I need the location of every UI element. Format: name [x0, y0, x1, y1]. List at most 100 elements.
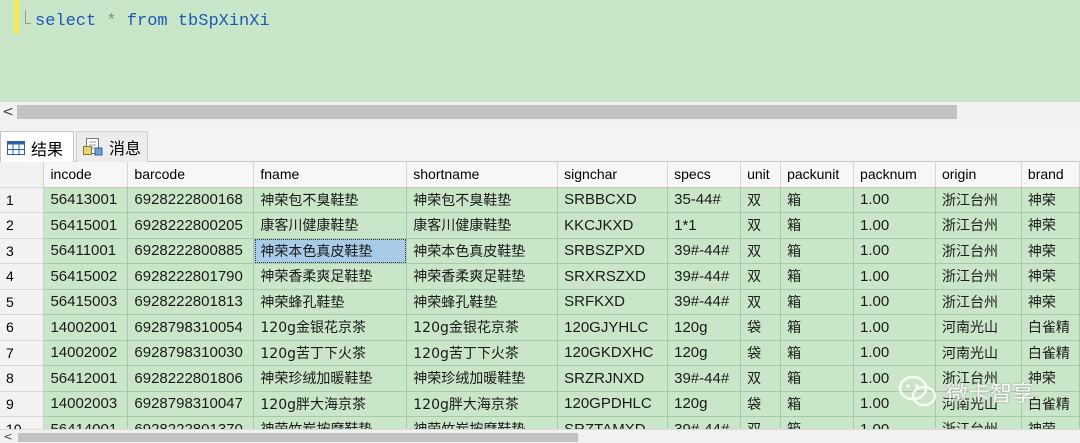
cell-signchar[interactable]: SRXRSZXD — [557, 263, 669, 290]
cell-shortname[interactable]: 神荣竹炭按摩鞋垫 — [406, 416, 559, 429]
cell-fname[interactable]: 神荣蜂孔鞋垫 — [253, 289, 408, 315]
cell-packnum[interactable]: 1.00 — [853, 416, 936, 429]
cell-incode[interactable]: 56415002 — [43, 263, 129, 290]
grid-horizontal-scrollbar[interactable]: < — [0, 429, 1080, 443]
cell-specs[interactable]: 120g — [667, 314, 742, 341]
cell-incode[interactable]: 56415003 — [43, 289, 129, 315]
cell-shortname[interactable]: 神荣珍绒加暖鞋垫 — [406, 365, 559, 392]
cell-incode[interactable]: 56412001 — [43, 365, 129, 392]
cell-barcode[interactable]: 6928222800885 — [127, 238, 255, 264]
cell-signchar[interactable]: KKCJKXD — [557, 212, 669, 239]
cell-incode[interactable]: 56413001 — [43, 187, 129, 213]
cell-packnum[interactable]: 1.00 — [853, 314, 936, 341]
scroll-left-arrow-icon[interactable]: < — [1, 104, 15, 120]
cell-barcode[interactable]: 6928222800168 — [127, 187, 255, 213]
cell-barcode[interactable]: 6928222801370 — [127, 416, 255, 429]
cell-barcode[interactable]: 6928222801813 — [127, 289, 255, 315]
cell-unit[interactable]: 双 — [740, 212, 782, 239]
cell-brand[interactable]: 神荣 — [1021, 212, 1080, 239]
cell-incode[interactable]: 14002002 — [43, 340, 129, 366]
cell-incode[interactable]: 56415001 — [43, 212, 129, 239]
cell-barcode[interactable]: 6928222801790 — [127, 263, 255, 290]
cell-brand[interactable]: 神荣 — [1021, 238, 1080, 264]
cell-fname[interactable]: 神荣本色真皮鞋垫 — [253, 238, 408, 264]
cell-specs[interactable]: 120g — [667, 340, 742, 366]
cell-brand[interactable]: 白雀精 — [1021, 314, 1080, 341]
corner-cell[interactable] — [0, 162, 45, 188]
cell-packunit[interactable]: 箱 — [780, 391, 855, 417]
cell-packnum[interactable]: 1.00 — [853, 263, 936, 290]
cell-incode[interactable]: 56411001 — [43, 238, 129, 264]
cell-signchar[interactable]: SRBSZPXD — [557, 238, 669, 264]
row-number[interactable]: 5 — [0, 289, 45, 315]
cell-incode[interactable]: 14002003 — [43, 391, 129, 417]
row-number[interactable]: 9 — [0, 391, 45, 417]
cell-fname[interactable]: 康客川健康鞋垫 — [253, 212, 408, 239]
cell-origin[interactable]: 浙江台州 — [935, 289, 1022, 315]
column-header-brand[interactable]: brand — [1021, 162, 1080, 188]
cell-signchar[interactable]: SRFKXD — [557, 289, 669, 315]
cell-packunit[interactable]: 箱 — [780, 340, 855, 366]
cell-specs[interactable]: 39#-44# — [667, 263, 742, 290]
cell-barcode[interactable]: 6928798310054 — [127, 314, 255, 341]
cell-signchar[interactable]: SRBBCXD — [557, 187, 669, 213]
cell-packnum[interactable]: 1.00 — [853, 289, 936, 315]
cell-unit[interactable]: 双 — [740, 365, 782, 392]
cell-unit[interactable]: 双 — [740, 416, 782, 429]
cell-incode[interactable]: 14002001 — [43, 314, 129, 341]
cell-packnum[interactable]: 1.00 — [853, 187, 936, 213]
column-header-signchar[interactable]: signchar — [557, 162, 669, 188]
cell-unit[interactable]: 袋 — [740, 391, 782, 417]
cell-specs[interactable]: 39#-44# — [667, 416, 742, 429]
column-header-incode[interactable]: incode — [43, 162, 129, 188]
cell-origin[interactable]: 河南光山 — [935, 340, 1022, 366]
row-number[interactable]: 4 — [0, 263, 45, 290]
cell-signchar[interactable]: SRZRJNXD — [557, 365, 669, 392]
row-number[interactable]: 10 — [0, 416, 45, 429]
cell-signchar[interactable]: 120GJYHLC — [557, 314, 669, 341]
row-number[interactable]: 6 — [0, 314, 45, 341]
cell-unit[interactable]: 双 — [740, 263, 782, 290]
column-header-unit[interactable]: unit — [740, 162, 782, 188]
cell-specs[interactable]: 120g — [667, 391, 742, 417]
cell-origin[interactable]: 浙江台州 — [935, 416, 1022, 429]
cell-origin[interactable]: 河南光山 — [935, 314, 1022, 341]
row-number[interactable]: 7 — [0, 340, 45, 366]
cell-origin[interactable]: 浙江台州 — [935, 238, 1022, 264]
column-header-fname[interactable]: fname — [253, 162, 408, 188]
cell-barcode[interactable]: 6928798310030 — [127, 340, 255, 366]
cell-packunit[interactable]: 箱 — [780, 187, 855, 213]
cell-origin[interactable]: 浙江台州 — [935, 187, 1022, 213]
scroll-left-arrow-icon[interactable]: < — [2, 430, 14, 443]
cell-specs[interactable]: 39#-44# — [667, 289, 742, 315]
cell-brand[interactable]: 神荣 — [1021, 289, 1080, 315]
cell-shortname[interactable]: 神荣包不臭鞋垫 — [406, 187, 559, 213]
cell-unit[interactable]: 双 — [740, 289, 782, 315]
cell-packunit[interactable]: 箱 — [780, 365, 855, 392]
cell-unit[interactable]: 袋 — [740, 314, 782, 341]
cell-signchar[interactable]: 120GPDHLC — [557, 391, 669, 417]
cell-packunit[interactable]: 箱 — [780, 314, 855, 341]
cell-fname[interactable]: 神荣包不臭鞋垫 — [253, 187, 408, 213]
column-header-packunit[interactable]: packunit — [780, 162, 855, 188]
cell-shortname[interactable]: 神荣蜂孔鞋垫 — [406, 289, 559, 315]
cell-signchar[interactable]: SRZTAMXD — [557, 416, 669, 429]
column-header-shortname[interactable]: shortname — [406, 162, 559, 188]
outline-fold-marker[interactable] — [25, 10, 31, 24]
cell-packnum[interactable]: 1.00 — [853, 212, 936, 239]
cell-packunit[interactable]: 箱 — [780, 416, 855, 429]
cell-incode[interactable]: 56414001 — [43, 416, 129, 429]
column-header-barcode[interactable]: barcode — [127, 162, 255, 188]
cell-fname[interactable]: 神荣竹炭按摩鞋垫 — [253, 416, 408, 429]
cell-specs[interactable]: 39#-44# — [667, 238, 742, 264]
cell-shortname[interactable]: 120g胖大海京茶 — [406, 391, 559, 417]
row-number[interactable]: 8 — [0, 365, 45, 392]
cell-brand[interactable]: 神荣 — [1021, 416, 1080, 429]
cell-packnum[interactable]: 1.00 — [853, 340, 936, 366]
row-number[interactable]: 3 — [0, 238, 45, 264]
cell-shortname[interactable]: 康客川健康鞋垫 — [406, 212, 559, 239]
cell-barcode[interactable]: 6928222801806 — [127, 365, 255, 392]
cell-specs[interactable]: 39#-44# — [667, 365, 742, 392]
column-header-packnum[interactable]: packnum — [853, 162, 936, 188]
cell-unit[interactable]: 双 — [740, 238, 782, 264]
